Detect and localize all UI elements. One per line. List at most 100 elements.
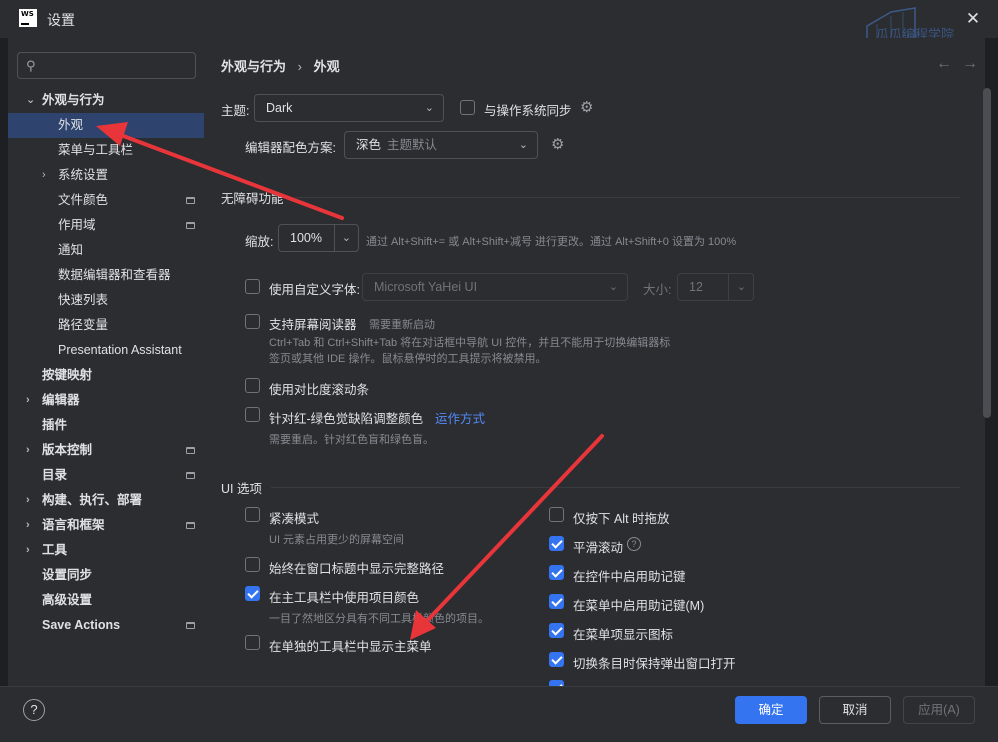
sidebar-item-label: 插件 xyxy=(42,418,68,432)
font-size-dropdown[interactable]: 12 ⌄ xyxy=(677,273,754,301)
breadcrumb-current: 外观 xyxy=(313,59,340,74)
screen-reader-restart-hint: 需要重新启动 xyxy=(369,319,435,331)
contrast-scrollbar-checkbox[interactable] xyxy=(245,378,260,393)
back-arrow-icon[interactable]: ← xyxy=(936,55,952,73)
sidebar-item-label: 高级设置 xyxy=(42,593,93,607)
font-value: Microsoft YaHei UI xyxy=(374,280,478,294)
zoom-hint: 通过 Alt+Shift+= 或 Alt+Shift+减号 进行更改。通过 Al… xyxy=(366,236,737,248)
sidebar-item-menus-toolbars[interactable]: 菜单与工具栏 xyxy=(0,138,205,163)
close-icon[interactable]: ✕ xyxy=(962,8,984,30)
search-icon: ⚲ xyxy=(26,58,36,73)
screen-reader-checkbox[interactable] xyxy=(245,314,260,329)
chevron-down-icon: ⌄ xyxy=(26,94,36,106)
mnemonic-menu-checkbox[interactable] xyxy=(549,594,564,609)
sidebar-item-file-colors[interactable]: 文件颜色 xyxy=(0,188,205,213)
gear-icon[interactable]: ⚙ xyxy=(580,98,593,116)
help-button[interactable]: ? xyxy=(23,699,45,721)
mnemonic-menu-label: 在菜单中启用助记键(M) xyxy=(573,599,705,613)
project-color-label: 在主工具栏中使用项目颜色 xyxy=(269,591,420,605)
sidebar-item-path-variables[interactable]: 路径变量 xyxy=(0,313,205,338)
appearance-settings-panel: 外观与行为 › 外观 ← → 主题: Dark ⌄ 与操作系统同步 ⚙ 编辑器配… xyxy=(205,38,985,686)
project-scope-icon xyxy=(186,197,195,204)
sidebar-item-save-actions[interactable]: Save Actions xyxy=(0,613,205,638)
compact-mode-checkbox[interactable] xyxy=(245,507,260,522)
project-color-hint: 一目了然地区分具有不同工具栏颜色的项目。 xyxy=(269,613,489,625)
sidebar-item-label: 工具 xyxy=(42,543,68,557)
color-blind-checkbox[interactable] xyxy=(245,407,260,422)
full-path-checkbox[interactable] xyxy=(245,557,260,572)
sidebar-item-editor[interactable]: › 编辑器 xyxy=(0,388,205,413)
alt-drag-checkbox[interactable] xyxy=(549,507,564,522)
sync-os-label: 与操作系统同步 xyxy=(484,104,572,118)
smooth-scroll-checkbox[interactable] xyxy=(549,536,564,551)
sidebar-item-data-editors[interactable]: 数据编辑器和查看器 xyxy=(0,263,205,288)
sidebar-item-label: 菜单与工具栏 xyxy=(58,143,134,157)
custom-font-checkbox[interactable] xyxy=(245,279,260,294)
project-color-checkbox[interactable] xyxy=(245,586,260,601)
sidebar-item-label: 编辑器 xyxy=(42,393,80,407)
sidebar-item-label: 设置同步 xyxy=(42,568,93,582)
how-it-works-link[interactable]: 运作方式 xyxy=(435,408,485,427)
sync-os-checkbox[interactable] xyxy=(460,100,475,115)
forward-arrow-icon[interactable]: → xyxy=(962,55,978,73)
sidebar-item-scopes[interactable]: 作用域 xyxy=(0,213,205,238)
content-scrollbar[interactable] xyxy=(983,88,991,418)
sidebar-item-presentation-assistant[interactable]: Presentation Assistant xyxy=(0,338,205,363)
font-size-label: 大小: xyxy=(643,283,672,297)
sidebar-item-plugins[interactable]: 插件 xyxy=(0,413,205,438)
help-icon[interactable]: ? xyxy=(627,537,641,551)
sidebar-item-label: 外观 xyxy=(58,118,84,132)
sidebar-item-label: 数据编辑器和查看器 xyxy=(58,268,171,282)
theme-dropdown[interactable]: Dark ⌄ xyxy=(254,94,444,122)
sidebar-item-settings-sync[interactable]: 设置同步 xyxy=(0,563,205,588)
breadcrumb-parent[interactable]: 外观与行为 xyxy=(221,59,286,74)
sidebar-item-directories[interactable]: 目录 xyxy=(0,463,205,488)
window-title: 设置 xyxy=(47,12,75,28)
sidebar-item-system-settings[interactable]: › 系统设置 xyxy=(0,163,205,188)
project-scope-icon xyxy=(186,472,195,479)
main-menu-toolbar-label: 在单独的工具栏中显示主菜单 xyxy=(269,640,432,654)
zoom-dropdown[interactable]: 100% ⌄ xyxy=(278,224,359,252)
project-scope-icon xyxy=(186,447,195,454)
menu-icons-checkbox[interactable] xyxy=(549,623,564,638)
project-scope-icon xyxy=(186,622,195,629)
combo-separator xyxy=(728,274,729,300)
sidebar-item-appearance-behavior[interactable]: ⌄ 外观与行为 xyxy=(0,88,205,113)
cancel-button[interactable]: 取消 xyxy=(819,696,891,724)
sidebar-item-label: 目录 xyxy=(42,468,68,482)
chevron-right-icon: › xyxy=(26,494,30,506)
sidebar-item-languages-frameworks[interactable]: › 语言和框架 xyxy=(0,513,205,538)
chevron-right-icon: › xyxy=(26,394,30,406)
project-scope-icon xyxy=(186,522,195,529)
search-input[interactable]: ⚲ xyxy=(17,52,196,79)
settings-sidebar: ⚲ ⌄ 外观与行为 外观 菜单与工具栏 › 系统设置 文件颜色 作用域 通知 数… xyxy=(0,38,205,686)
sidebar-item-notifications[interactable]: 通知 xyxy=(0,238,205,263)
keep-popup-checkbox[interactable] xyxy=(549,652,564,667)
sidebar-item-quick-lists[interactable]: 快速列表 xyxy=(0,288,205,313)
sidebar-item-tools[interactable]: › 工具 xyxy=(0,538,205,563)
sidebar-item-appearance[interactable]: 外观 xyxy=(8,113,204,138)
sidebar-item-label: 语言和框架 xyxy=(42,518,105,532)
compact-mode-label: 紧凑模式 xyxy=(269,512,320,526)
webstorm-logo-icon: WS xyxy=(19,9,37,27)
accessibility-section-title: 无障碍功能 xyxy=(221,192,284,206)
chevron-down-icon: ⌄ xyxy=(341,232,351,244)
sidebar-item-label: 快速列表 xyxy=(58,293,109,307)
keep-popup-label: 切换条目时保持弹出窗口打开 xyxy=(573,657,736,671)
sidebar-item-label: 通知 xyxy=(58,243,84,257)
main-menu-toolbar-checkbox[interactable] xyxy=(245,635,260,650)
color-scheme-dropdown[interactable]: 深色 主题默认 ⌄ xyxy=(344,131,538,159)
sidebar-item-advanced-settings[interactable]: 高级设置 xyxy=(0,588,205,613)
sidebar-item-label: 作用域 xyxy=(58,218,96,232)
ok-button[interactable]: 确定 xyxy=(735,696,807,724)
sidebar-item-build-execution[interactable]: › 构建、执行、部署 xyxy=(0,488,205,513)
sidebar-item-keymap[interactable]: 按键映射 xyxy=(0,363,205,388)
project-scope-icon xyxy=(186,222,195,229)
font-dropdown[interactable]: Microsoft YaHei UI ⌄ xyxy=(362,273,628,301)
mnemonic-controls-checkbox[interactable] xyxy=(549,565,564,580)
alt-drag-label: 仅按下 Alt 时拖放 xyxy=(573,512,670,526)
sidebar-item-version-control[interactable]: › 版本控制 xyxy=(0,438,205,463)
section-divider xyxy=(271,487,960,488)
apply-button[interactable]: 应用(A) xyxy=(903,696,975,724)
gear-icon[interactable]: ⚙ xyxy=(551,135,564,153)
